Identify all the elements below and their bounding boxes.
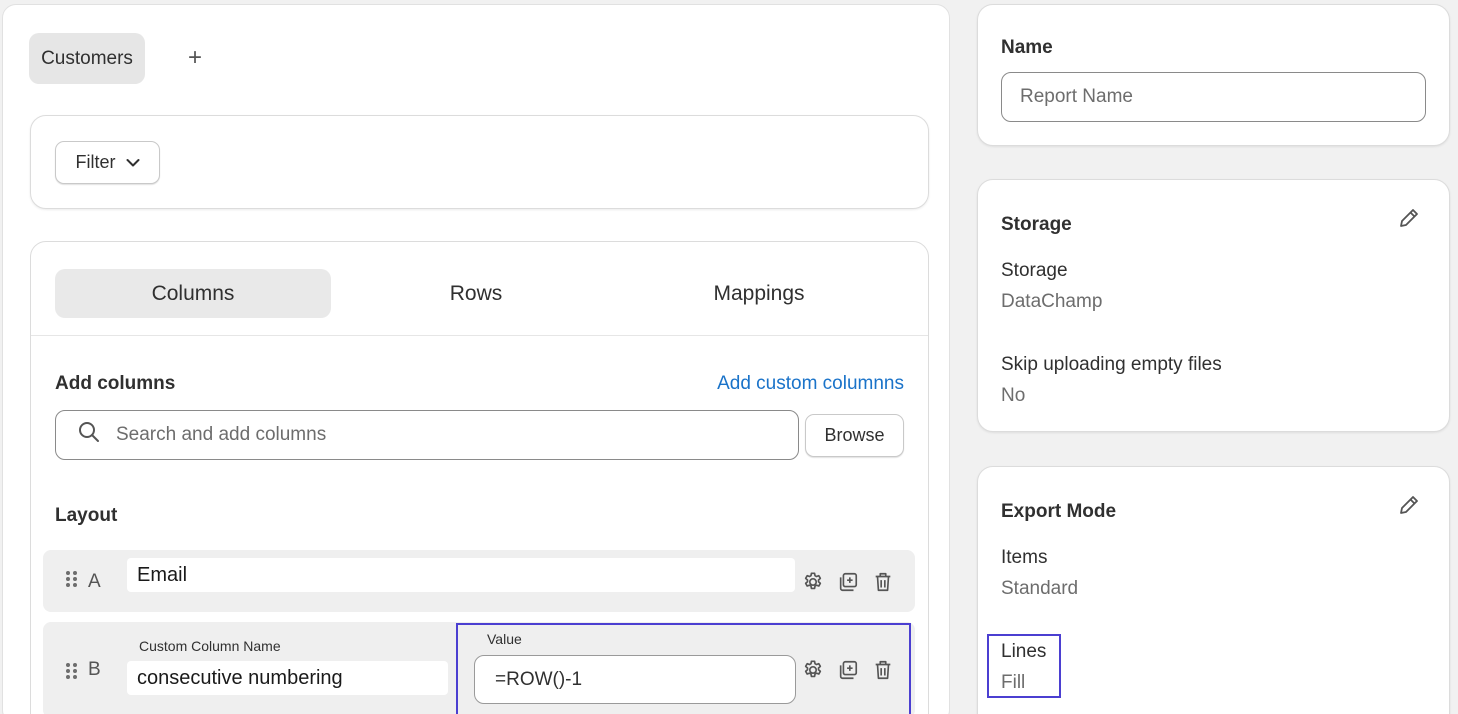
storage-card-title: Storage xyxy=(1001,214,1072,235)
gear-icon[interactable] xyxy=(801,658,824,681)
pencil-icon[interactable] xyxy=(1397,206,1423,232)
layout-row: A Email xyxy=(43,550,915,612)
trash-icon[interactable] xyxy=(871,570,894,593)
chevron-down-icon xyxy=(126,152,140,173)
row-letter: B xyxy=(88,659,101,680)
name-card-title: Name xyxy=(1001,37,1053,58)
duplicate-icon[interactable] xyxy=(836,570,859,593)
row-letter: A xyxy=(88,571,101,592)
add-custom-columns-link[interactable]: Add custom columnns xyxy=(717,373,904,395)
duplicate-icon[interactable] xyxy=(836,658,859,681)
drag-handle-icon[interactable] xyxy=(65,570,79,593)
value-input[interactable]: =ROW()-1 xyxy=(474,655,796,704)
report-tab-customers[interactable]: Customers xyxy=(29,33,145,84)
custom-column-name-label: Custom Column Name xyxy=(139,638,281,654)
columns-card: Columns Rows Mappings Add columns Add cu… xyxy=(30,241,929,714)
pencil-icon[interactable] xyxy=(1397,493,1423,519)
export-mode-title: Export Mode xyxy=(1001,501,1117,522)
storage-card: Storage Storage DataChamp Skip uploading… xyxy=(977,179,1450,432)
tab-columns[interactable]: Columns xyxy=(55,269,331,318)
search-placeholder: Search and add columns xyxy=(116,424,327,445)
report-name-input[interactable]: Report Name xyxy=(1001,72,1426,122)
layout-row: B Custom Column Name consecutive numberi… xyxy=(43,622,915,714)
items-value: Standard xyxy=(1001,578,1079,599)
row-actions xyxy=(801,658,894,681)
search-columns-input[interactable]: Search and add columns xyxy=(55,410,799,460)
plus-icon: + xyxy=(187,44,202,71)
layout-title: Layout xyxy=(55,505,118,526)
lines-value: Fill xyxy=(1001,672,1026,693)
column-name-input[interactable]: Email xyxy=(127,558,795,592)
storage-label: Storage xyxy=(1001,260,1068,281)
add-columns-title: Add columns xyxy=(55,373,176,394)
name-card: Name Report Name xyxy=(977,4,1450,146)
value-label: Value xyxy=(487,631,522,647)
filter-button[interactable]: Filter xyxy=(55,141,160,184)
skip-empty-value: No xyxy=(1001,385,1026,406)
items-label: Items xyxy=(1001,547,1048,568)
add-tab-button[interactable]: + xyxy=(181,43,209,73)
export-mode-card: Export Mode Items Standard Lines Fill xyxy=(977,466,1450,714)
tab-rows[interactable]: Rows xyxy=(338,269,614,318)
tabs-divider xyxy=(31,335,928,336)
trash-icon[interactable] xyxy=(871,658,894,681)
report-editor-panel: Customers + Filter Columns Rows Mappings… xyxy=(2,4,950,714)
filter-label: Filter xyxy=(75,152,116,172)
tab-mappings[interactable]: Mappings xyxy=(621,269,897,318)
search-icon xyxy=(78,421,100,449)
storage-value: DataChamp xyxy=(1001,291,1103,312)
gear-icon[interactable] xyxy=(801,570,824,593)
browse-button[interactable]: Browse xyxy=(805,414,904,457)
lines-label: Lines xyxy=(1001,641,1047,662)
row-actions xyxy=(801,570,894,593)
skip-empty-label: Skip uploading empty files xyxy=(1001,354,1222,375)
filter-card: Filter xyxy=(30,115,929,209)
custom-column-name-input[interactable]: consecutive numbering xyxy=(127,661,448,695)
drag-handle-icon[interactable] xyxy=(65,662,79,685)
